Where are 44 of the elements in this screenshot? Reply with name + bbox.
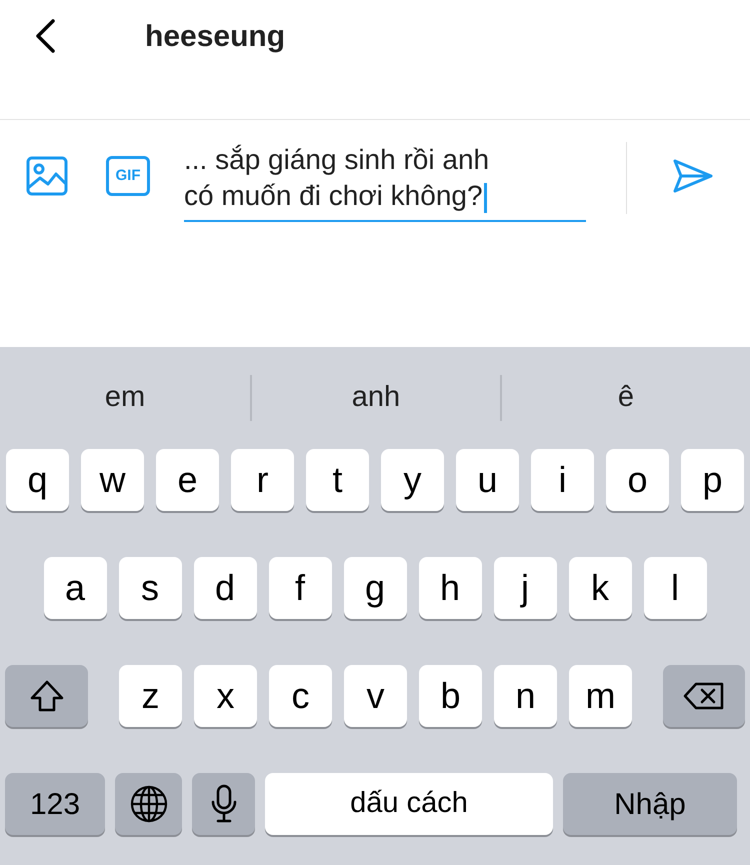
globe-key[interactable] [115,773,182,835]
suggestion[interactable]: em [104,376,146,420]
letter-key[interactable]: i [531,449,594,511]
letter-key[interactable]: l [644,557,706,619]
letter-key[interactable]: h [418,557,482,619]
globe-icon [128,784,168,824]
letter-key[interactable]: v [344,665,407,727]
letter-key[interactable]: t [306,449,369,511]
letter-key[interactable]: b [419,665,482,727]
return-key[interactable]: Nhập [563,773,737,835]
letter-key[interactable]: a [44,557,106,619]
letter-key[interactable]: w [81,449,144,511]
microphone-icon [210,784,238,824]
message-field[interactable]: ... sắp giáng sinh rồi anh có muốn đi chơi không? [184,142,586,222]
letter-key[interactable]: f [268,557,332,619]
letter-key[interactable]: e [156,449,219,511]
backspace-icon [682,681,726,711]
letter-key[interactable]: r [231,449,294,511]
letter-key[interactable]: o [606,449,669,511]
letter-key[interactable]: j [494,557,556,619]
letter-key[interactable]: u [456,449,519,511]
shift-key[interactable] [5,665,88,727]
letter-key[interactable]: s [118,557,182,619]
letter-key[interactable]: c [269,665,332,727]
letter-key[interactable]: d [194,557,256,619]
letter-key[interactable]: n [494,665,557,727]
suggestion[interactable]: anh [352,376,400,420]
letter-key[interactable]: m [569,665,632,727]
letter-key[interactable]: k [568,557,632,619]
letter-key[interactable]: g [344,557,406,619]
numbers-key[interactable]: 123 [5,773,105,835]
chat-title: heeseung [145,19,286,55]
shift-arrow-icon [28,679,64,713]
space-key[interactable]: dấu cách [265,773,553,835]
backspace-key[interactable] [663,665,745,727]
suggestion[interactable]: ê [618,376,634,420]
image-icon[interactable] [26,156,68,196]
letter-key[interactable]: y [381,449,444,511]
letter-key[interactable]: x [194,665,257,727]
send-icon[interactable] [672,158,714,194]
letter-key[interactable]: p [681,449,744,511]
microphone-key[interactable] [192,773,255,835]
letter-key[interactable]: z [119,665,182,727]
letter-key[interactable]: q [6,449,69,511]
